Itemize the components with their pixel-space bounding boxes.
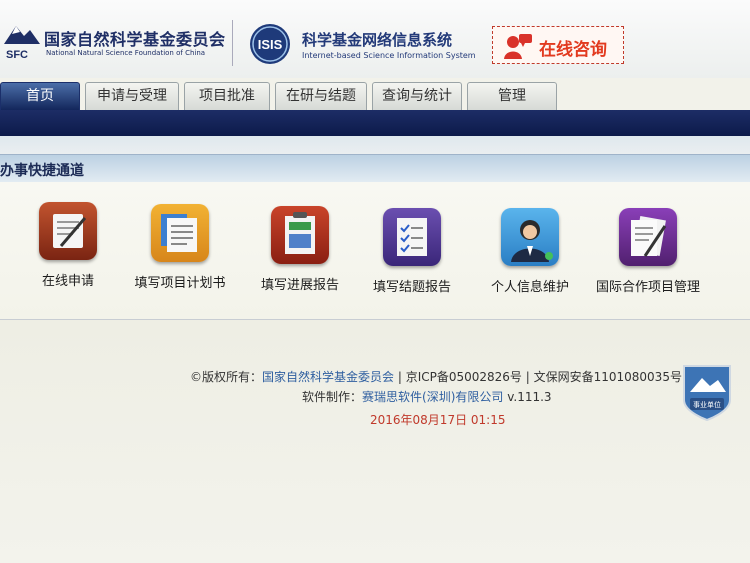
personal-info-icon xyxy=(501,208,559,266)
online-application-icon xyxy=(39,202,97,260)
quick-channel-panel: 在线申请 填写项目计划书 填写进展报告 填写结题报告 个人信息维护 国际合作项目… xyxy=(0,182,750,320)
copyright-prefix: ©版权所有： xyxy=(190,370,263,384)
isis-logo-text: ISIS xyxy=(258,37,283,52)
nsfc-subtitle: National Natural Science Foundation of C… xyxy=(46,49,206,57)
quick-online-application-label: 在线申请 xyxy=(41,274,94,289)
quick-project-plan[interactable]: 填写项目计划书 xyxy=(128,204,232,291)
quick-final-report[interactable]: 填写结题报告 xyxy=(364,208,460,295)
quick-final-report-label: 填写结题报告 xyxy=(372,280,451,295)
online-consult-button[interactable]: 在线咨询 xyxy=(492,26,624,64)
project-plan-icon xyxy=(151,204,209,262)
chat-person-icon xyxy=(504,34,532,59)
nsfc-title: 国家自然科学基金委员会 xyxy=(44,30,226,49)
quick-progress-report-label: 填写进展报告 xyxy=(260,278,339,293)
isis-subtitle: Internet-based Science Information Syste… xyxy=(302,51,476,60)
tab-home[interactable]: 首页 xyxy=(0,82,80,110)
tab-query-statistics[interactable]: 查询与统计 xyxy=(372,82,462,110)
isis-title: 科学基金网络信息系统 xyxy=(302,31,453,49)
version-text: v.111.3 xyxy=(503,390,552,404)
nsfc-logo-text: SFC xyxy=(6,49,28,61)
final-report-icon xyxy=(383,208,441,266)
footer: ©版权所有：国家自然科学基金委员会 | 京ICP备05002826号 | 文保网… xyxy=(0,320,750,563)
tab-project-approval[interactable]: 项目批准 xyxy=(184,82,270,110)
badge-text: 事业单位 xyxy=(693,400,721,409)
quick-personal-info[interactable]: 个人信息维护 xyxy=(478,208,582,295)
quick-channel-title: 办事快捷通道 xyxy=(0,163,84,179)
icp-text: | 京ICP备05002826号 | 文保网安备1101080035号 xyxy=(394,370,682,384)
quick-project-plan-label: 填写项目计划书 xyxy=(134,276,226,291)
quick-progress-report[interactable]: 填写进展报告 xyxy=(252,206,348,293)
software-prefix: 软件制作： xyxy=(302,390,363,404)
header-divider xyxy=(232,20,233,66)
quick-personal-info-label: 个人信息维护 xyxy=(490,280,569,295)
isis-logo-icon: ISIS xyxy=(250,24,290,64)
copyright-line: ©版权所有：国家自然科学基金委员会 | 京ICP备05002826号 | 文保网… xyxy=(190,368,682,385)
main-tabs: 首页 申请与受理 项目批准 在研与结题 查询与统计 管理 xyxy=(0,78,750,110)
progress-report-icon xyxy=(271,206,329,264)
header: SFC 国家自然科学基金委员会 National Natural Science… xyxy=(0,0,750,78)
tab-manage[interactable]: 管理 xyxy=(467,82,557,110)
international-project-icon xyxy=(619,208,677,266)
quick-online-application[interactable]: 在线申请 xyxy=(22,202,114,289)
quick-channel-header: 办事快捷通道 xyxy=(0,154,750,182)
nav-bar xyxy=(0,110,750,136)
quick-international-project[interactable]: 国际合作项目管理 xyxy=(590,208,706,295)
tab-research-completion[interactable]: 在研与结题 xyxy=(275,82,367,110)
software-line: 软件制作：赛瑞思软件(深圳)有限公司 v.111.3 xyxy=(302,388,552,405)
institution-badge-icon[interactable]: 事业单位 xyxy=(680,362,734,422)
nav-strip xyxy=(0,136,750,154)
nsfc-logo-icon: SFC xyxy=(4,26,40,61)
org-link[interactable]: 国家自然科学基金委员会 xyxy=(262,370,394,384)
tab-application[interactable]: 申请与受理 xyxy=(85,82,179,110)
software-link[interactable]: 赛瑞思软件(深圳)有限公司 xyxy=(362,390,503,404)
online-consult-label: 在线咨询 xyxy=(539,40,607,60)
timestamp: 2016年08月17日 01:15 xyxy=(370,413,506,427)
quick-international-project-label: 国际合作项目管理 xyxy=(595,280,700,295)
